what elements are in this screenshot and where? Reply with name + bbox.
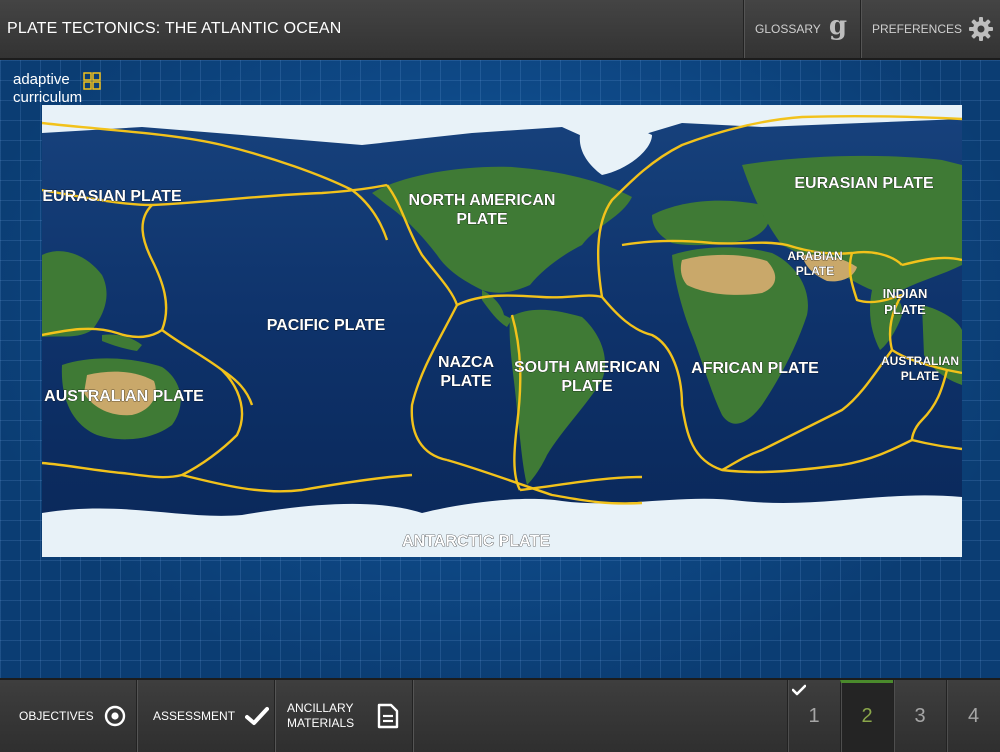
- objectives-label: OBJECTIVES: [19, 709, 94, 723]
- page-title: PLATE TECTONICS: THE ATLANTIC OCEAN: [7, 20, 342, 37]
- assessment-label: ASSESSMENT: [153, 709, 236, 723]
- ancillary-label: ANCILLARY MATERIALS: [287, 701, 355, 730]
- glossary-icon: g: [828, 11, 847, 41]
- brand-cubes-icon: [83, 72, 101, 90]
- objectives-button[interactable]: OBJECTIVES: [0, 680, 137, 752]
- page-tab-label: 2: [861, 705, 873, 727]
- page-tab-label: 4: [967, 705, 980, 727]
- plate-label-antarctic: ANTARCTIC PLATE: [402, 533, 550, 550]
- gear-icon: [969, 17, 994, 41]
- page-tab-1[interactable]: 1: [787, 680, 840, 752]
- plate-label-indian: INDIAN PLATE: [883, 286, 928, 317]
- brand-line-1: adaptive: [13, 71, 70, 88]
- document-icon: [377, 703, 399, 729]
- page-tab-label: 3: [914, 705, 926, 727]
- plate-label-african: AFRICAN PLATE: [691, 360, 819, 377]
- plate-label-pacific: PACIFIC PLATE: [267, 317, 386, 334]
- target-icon: [104, 705, 125, 727]
- page-tab-3[interactable]: 3: [893, 680, 946, 752]
- page-tab-2[interactable]: 2: [840, 680, 893, 752]
- glossary-label: GLOSSARY: [755, 22, 821, 36]
- assessment-button[interactable]: ASSESSMENT: [138, 680, 275, 752]
- plate-label-eurasian-east: EURASIAN PLATE: [794, 175, 934, 192]
- content-stage: adaptive curriculum EURASIAN PLATE NORTH…: [0, 60, 1000, 678]
- glossary-button[interactable]: GLOSSARY g: [743, 0, 860, 58]
- checkmark-icon: [245, 707, 270, 725]
- top-bar: PLATE TECTONICS: THE ATLANTIC OCEAN GLOS…: [0, 0, 1000, 60]
- bottom-bar: OBJECTIVES ASSESSMENT ANCILLARY MATERIALS…: [0, 678, 1000, 752]
- plate-label-eurasian-west: EURASIAN PLATE: [42, 188, 182, 205]
- plate-label-australian-west: AUSTRALIAN PLATE: [44, 388, 204, 405]
- page-tab-label: 1: [808, 705, 820, 727]
- brand-line-2: curriculum: [13, 89, 83, 106]
- page-tab-4[interactable]: 4: [946, 680, 1000, 752]
- world-map: EURASIAN PLATE NORTH AMERICAN PLATEEURASIA…: [42, 105, 962, 557]
- preferences-label: PREFERENCES: [872, 22, 963, 36]
- completed-check-icon: [792, 684, 806, 696]
- preferences-button[interactable]: PREFERENCES: [860, 0, 1000, 58]
- ancillary-materials-button[interactable]: ANCILLARY MATERIALS: [276, 680, 413, 752]
